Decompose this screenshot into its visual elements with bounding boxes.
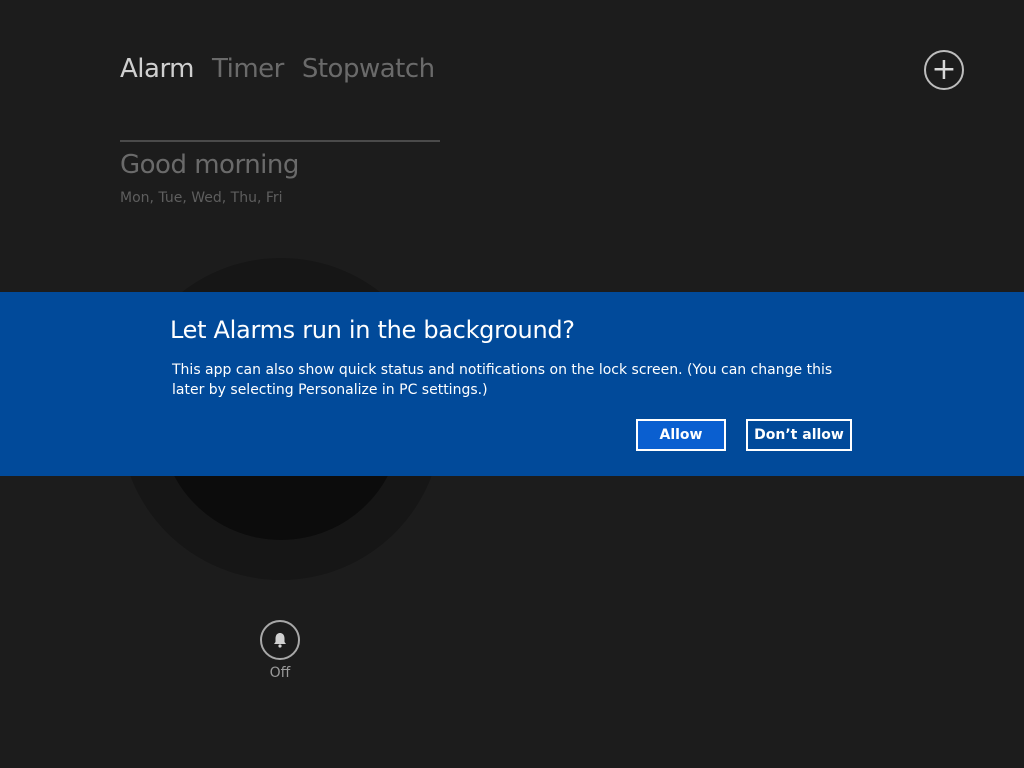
dialog-message: This app can also show quick status and … xyxy=(172,362,833,398)
alarms-app: Alarm Timer Stopwatch + Good morning Mon… xyxy=(0,0,1024,768)
alarm-title[interactable]: Good morning xyxy=(120,150,299,180)
tab-bar: Alarm Timer Stopwatch xyxy=(120,54,435,84)
dont-allow-button[interactable]: Don’t allow xyxy=(746,419,852,451)
alarm-toggle-button[interactable] xyxy=(260,620,300,660)
alarm-days: Mon, Tue, Wed, Thu, Fri xyxy=(120,190,283,206)
divider xyxy=(120,140,440,142)
plus-icon: + xyxy=(931,52,957,87)
tab-timer[interactable]: Timer xyxy=(212,54,284,84)
dialog-title: Let Alarms run in the background? xyxy=(170,316,575,344)
allow-button[interactable]: Allow xyxy=(636,419,726,451)
tab-alarm[interactable]: Alarm xyxy=(120,54,195,84)
alarm-status-label: Off xyxy=(269,665,291,681)
bell-icon xyxy=(274,633,286,648)
add-alarm-button[interactable]: + xyxy=(924,50,964,90)
tab-stopwatch[interactable]: Stopwatch xyxy=(302,54,435,84)
